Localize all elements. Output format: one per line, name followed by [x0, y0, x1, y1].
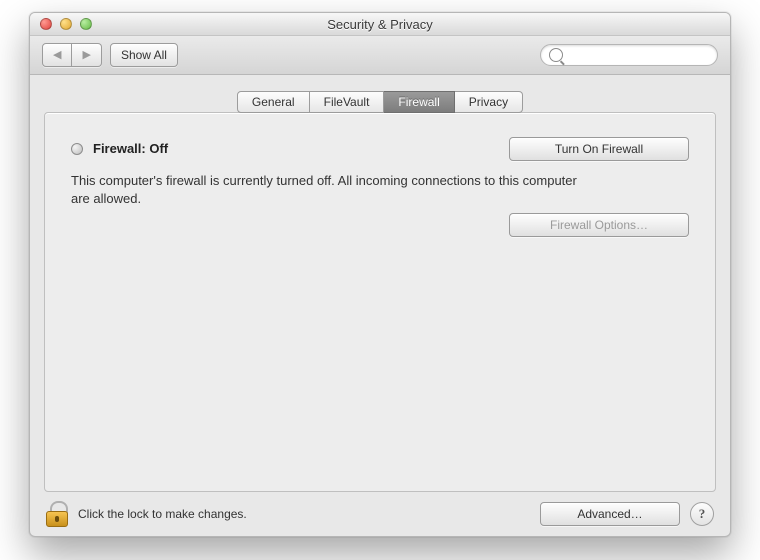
minimize-window-button[interactable] [60, 18, 72, 30]
show-all-label: Show All [121, 48, 167, 62]
firewall-options-button[interactable]: Firewall Options… [509, 213, 689, 237]
help-icon: ? [699, 506, 706, 522]
tab-label: General [252, 95, 295, 109]
lock-icon[interactable] [46, 501, 68, 527]
help-button[interactable]: ? [690, 502, 714, 526]
advanced-button[interactable]: Advanced… [540, 502, 680, 526]
firewall-status-label: Firewall: Off [93, 141, 168, 156]
button-label: Turn On Firewall [555, 142, 643, 156]
toolbar: ◀ ▶ Show All [30, 36, 730, 75]
tab-firewall[interactable]: Firewall [384, 91, 454, 113]
nav-segment: ◀ ▶ [42, 43, 102, 67]
close-window-button[interactable] [40, 18, 52, 30]
turn-on-firewall-button[interactable]: Turn On Firewall [509, 137, 689, 161]
window-body: General FileVault Firewall Privacy Firew… [30, 75, 730, 492]
lock-hint-label: Click the lock to make changes. [78, 507, 247, 521]
firewall-description: This computer's firewall is currently tu… [71, 172, 591, 207]
button-label: Firewall Options… [550, 218, 648, 232]
preferences-window: Security & Privacy ◀ ▶ Show All General … [29, 12, 731, 537]
tab-general[interactable]: General [237, 91, 310, 113]
titlebar: Security & Privacy [30, 13, 730, 36]
tab-label: FileVault [324, 95, 370, 109]
search-field[interactable] [540, 44, 718, 66]
window-title: Security & Privacy [30, 17, 730, 32]
tab-filevault[interactable]: FileVault [310, 91, 385, 113]
forward-button[interactable]: ▶ [72, 43, 101, 67]
window-controls [30, 18, 92, 30]
search-icon [549, 48, 563, 62]
back-button[interactable]: ◀ [42, 43, 72, 67]
show-all-button[interactable]: Show All [110, 43, 178, 67]
tab-bar: General FileVault Firewall Privacy [44, 91, 716, 113]
firewall-panel: Firewall: Off Turn On Firewall This comp… [44, 112, 716, 492]
tab-label: Firewall [398, 95, 439, 109]
footer: Click the lock to make changes. Advanced… [30, 492, 730, 536]
chevron-left-icon: ◀ [53, 50, 61, 61]
zoom-window-button[interactable] [80, 18, 92, 30]
tab-privacy[interactable]: Privacy [455, 91, 523, 113]
button-label: Advanced… [577, 507, 642, 521]
search-input[interactable] [569, 47, 709, 63]
status-indicator-icon [71, 143, 83, 155]
tab-label: Privacy [469, 95, 508, 109]
chevron-right-icon: ▶ [82, 50, 90, 61]
